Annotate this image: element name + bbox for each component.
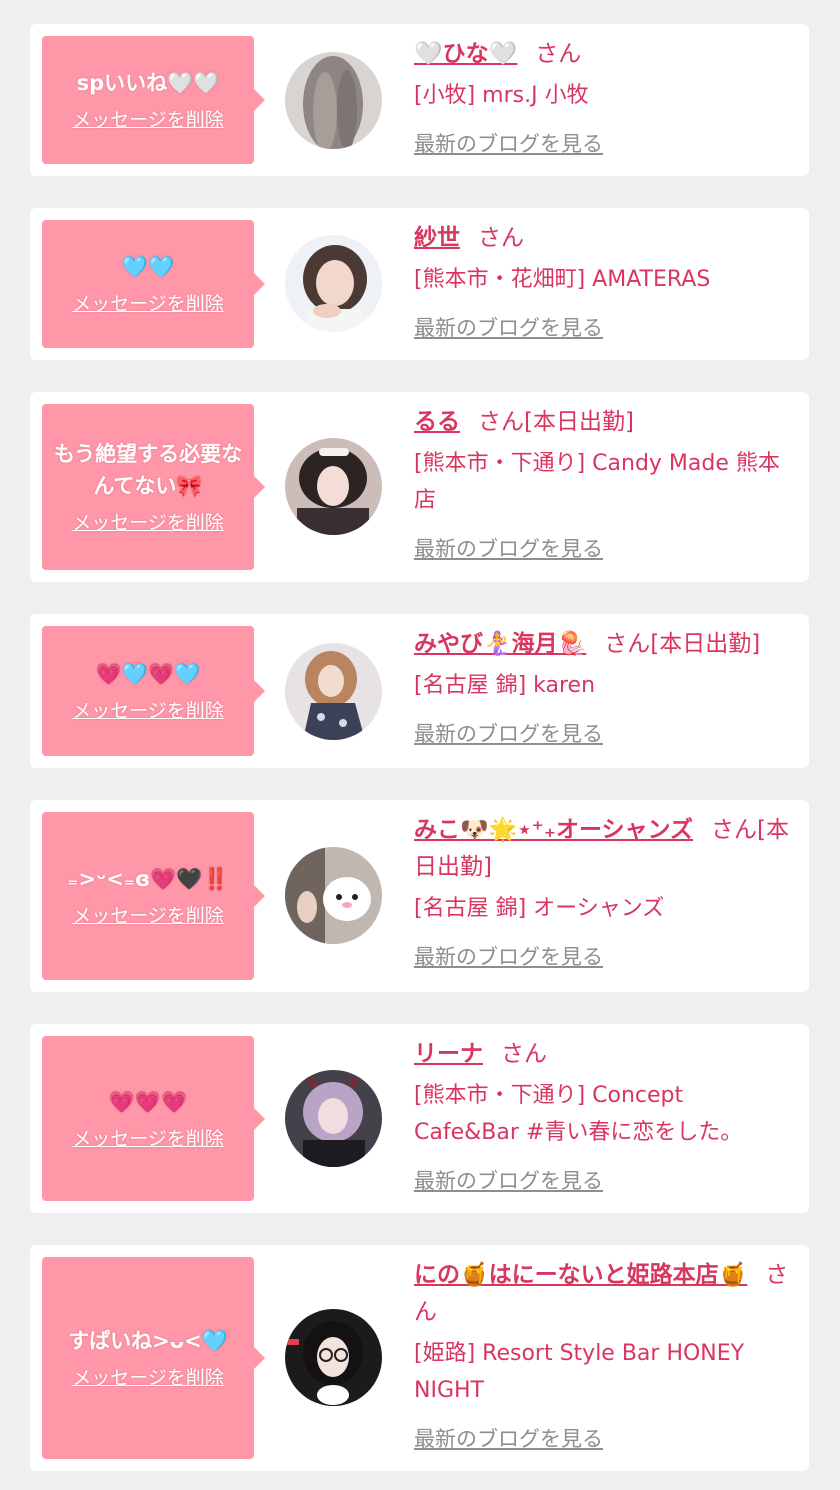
- honorific: さん: [604, 631, 651, 657]
- shop-text: [名古屋 錦] karen: [414, 673, 596, 698]
- profile-name-link[interactable]: にの🍯はにーないと姫路本店🍯: [414, 1262, 747, 1288]
- name-line: みやび🧜‍♀️海月🪼 さん[本日出勤]: [414, 626, 795, 663]
- profile-name-link[interactable]: 紗世: [414, 225, 460, 251]
- name-line: 🤍ひな🤍 さん: [414, 36, 795, 73]
- latest-blog-link[interactable]: 最新のブログを見る: [414, 1425, 603, 1453]
- profile-name-link[interactable]: みやび🧜‍♀️海月🪼: [414, 631, 586, 657]
- profile-info: みやび🧜‍♀️海月🪼 さん[本日出勤] [名古屋 錦] karen 最新のブログを…: [414, 626, 795, 748]
- avatar[interactable]: [285, 847, 382, 944]
- message-bubble: すぱいね>ᴗ<🩵 メッセージを削除: [42, 1257, 265, 1459]
- list-item: spいいね🤍🤍 メッセージを削除 🤍ひな🤍 さん [小牧] mrs.J 小牧 最新…: [30, 24, 809, 176]
- message-text: 💗💗💗: [108, 1089, 188, 1114]
- avatar[interactable]: [285, 643, 382, 740]
- honorific: さん: [478, 225, 524, 251]
- name-line: 紗世 さん: [414, 220, 795, 257]
- profile-name-link[interactable]: リーナ: [414, 1041, 483, 1067]
- delete-message-link[interactable]: メッセージを削除: [72, 510, 224, 536]
- honorific: さん: [711, 817, 758, 843]
- message-text: spいいね🤍🤍: [76, 71, 220, 95]
- message-text: すぱいね>ᴗ<🩵: [68, 1329, 228, 1353]
- latest-blog-link[interactable]: 最新のブログを見る: [414, 535, 603, 563]
- list-item: もう絶望する必要なんてない🎀 メッセージを削除 るる さん[本日出勤] [熊本市・…: [30, 392, 809, 582]
- message-text: 🩵🩵: [121, 255, 175, 279]
- delete-message-link[interactable]: メッセージを削除: [72, 107, 224, 133]
- list-item: 💗💗💗 メッセージを削除 リーナ さん [熊本市・下通り] Concept Caf…: [30, 1024, 809, 1213]
- profile-name-link[interactable]: みこ🐶🌟⋆⁺₊オーシャンズ: [414, 817, 693, 843]
- latest-blog-link[interactable]: 最新のブログを見る: [414, 130, 603, 158]
- delete-message-link[interactable]: メッセージを削除: [72, 1365, 224, 1391]
- message-bubble: ₌>ᵕ<₌ɞ💗🖤‼️ メッセージを削除: [42, 812, 265, 980]
- latest-blog-link[interactable]: 最新のブログを見る: [414, 943, 603, 971]
- name-line: るる さん[本日出勤]: [414, 404, 795, 441]
- name-line: リーナ さん: [414, 1036, 795, 1073]
- profile-info: にの🍯はにーないと姫路本店🍯 さん [姫路] Resort Style Bar H…: [414, 1257, 795, 1453]
- avatar[interactable]: [285, 1070, 382, 1167]
- name-line: にの🍯はにーないと姫路本店🍯 さん: [414, 1257, 795, 1331]
- delete-message-link[interactable]: メッセージを削除: [72, 291, 224, 317]
- shop-text: [小牧] mrs.J 小牧: [414, 83, 589, 108]
- delete-message-link[interactable]: メッセージを削除: [72, 903, 224, 929]
- message-bubble: 💗🩵💗🩵 メッセージを削除: [42, 626, 265, 756]
- message-text: ₌>ᵕ<₌ɞ💗🖤‼️: [67, 867, 229, 891]
- delete-message-link[interactable]: メッセージを削除: [72, 1126, 224, 1152]
- shop-text: [熊本市・花畑町] AMATERAS: [414, 267, 711, 292]
- latest-blog-link[interactable]: 最新のブログを見る: [414, 720, 603, 748]
- list-item: すぱいね>ᴗ<🩵 メッセージを削除 にの🍯はにーないと姫路本店🍯 さん [姫路] …: [30, 1245, 809, 1471]
- shop-text: [姫路] Resort Style Bar HONEY NIGHT: [414, 1341, 745, 1403]
- latest-blog-link[interactable]: 最新のブログを見る: [414, 314, 603, 342]
- honorific: さん: [478, 409, 524, 435]
- message-text: もう絶望する必要なんてない🎀: [53, 442, 243, 498]
- message-bubble: 💗💗💗 メッセージを削除: [42, 1036, 265, 1201]
- message-bubble: spいいね🤍🤍 メッセージを削除: [42, 36, 265, 164]
- list-item: 💗🩵💗🩵 メッセージを削除 みやび🧜‍♀️海月🪼 さん[本日出勤] [名古屋 錦]…: [30, 614, 809, 768]
- profile-name-link[interactable]: るる: [414, 409, 460, 435]
- avatar[interactable]: [285, 235, 382, 332]
- list-item: 🩵🩵 メッセージを削除 紗世 さん [熊本市・花畑町] AMATERAS 最新のブ…: [30, 208, 809, 360]
- shop-text: [熊本市・下通り] Concept Cafe&Bar #青い春に恋をした。: [414, 1083, 743, 1145]
- shop-text: [名古屋 錦] オーシャンズ: [414, 896, 665, 921]
- status-text: [本日出勤]: [524, 409, 634, 435]
- profile-info: みこ🐶🌟⋆⁺₊オーシャンズ さん[本日出勤] [名古屋 錦] オーシャンズ 最新の…: [414, 812, 795, 971]
- latest-blog-link[interactable]: 最新のブログを見る: [414, 1167, 603, 1195]
- shop-text: [熊本市・下通り] Candy Made 熊本店: [414, 451, 780, 513]
- avatar[interactable]: [285, 438, 382, 535]
- profile-info: るる さん[本日出勤] [熊本市・下通り] Candy Made 熊本店 最新のブ…: [414, 404, 795, 563]
- profile-info: 紗世 さん [熊本市・花畑町] AMATERAS 最新のブログを見る: [414, 220, 795, 342]
- list-item: ₌>ᵕ<₌ɞ💗🖤‼️ メッセージを削除 みこ🐶🌟⋆⁺₊オーシャンズ さん[本日出勤…: [30, 800, 809, 992]
- avatar[interactable]: [285, 1309, 382, 1406]
- message-bubble: 🩵🩵 メッセージを削除: [42, 220, 265, 348]
- delete-message-link[interactable]: メッセージを削除: [72, 698, 224, 724]
- message-text: 💗🩵💗🩵: [95, 662, 201, 686]
- status-text: [本日出勤]: [650, 631, 761, 657]
- profile-info: 🤍ひな🤍 さん [小牧] mrs.J 小牧 最新のブログを見る: [414, 36, 795, 158]
- honorific: さん: [501, 1041, 547, 1067]
- avatar[interactable]: [285, 52, 382, 149]
- honorific: さん: [535, 41, 582, 67]
- profile-info: リーナ さん [熊本市・下通り] Concept Cafe&Bar #青い春に恋を…: [414, 1036, 795, 1195]
- name-line: みこ🐶🌟⋆⁺₊オーシャンズ さん[本日出勤]: [414, 812, 795, 886]
- profile-name-link[interactable]: 🤍ひな🤍: [414, 41, 517, 67]
- message-bubble: もう絶望する必要なんてない🎀 メッセージを削除: [42, 404, 265, 570]
